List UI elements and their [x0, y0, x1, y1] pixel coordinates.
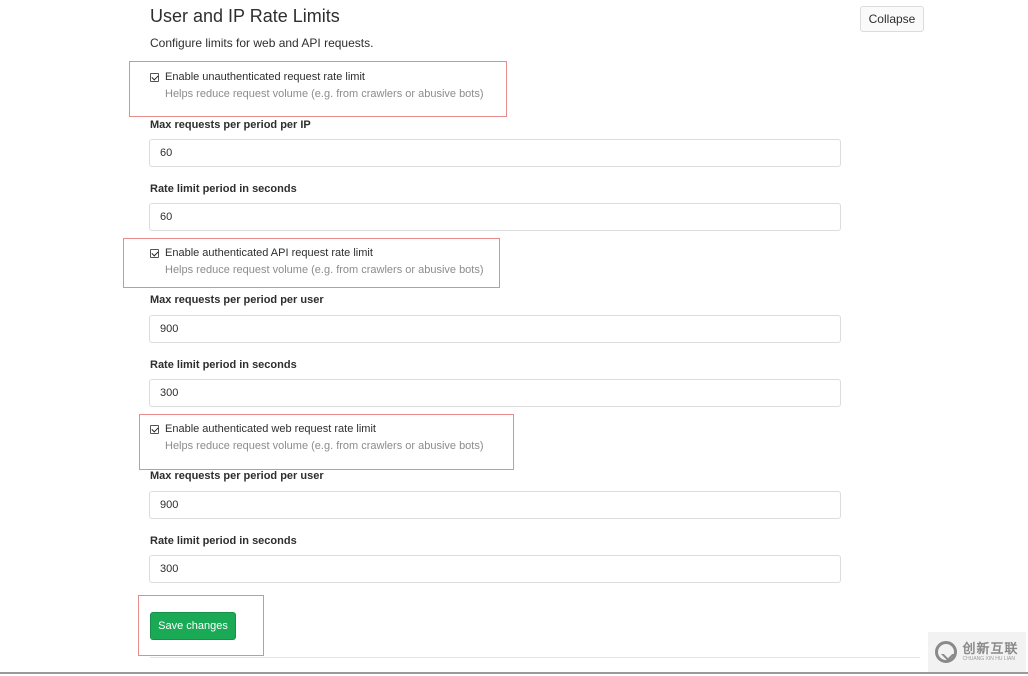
max-web-requests-per-user-label: Max requests per period per user: [150, 470, 324, 482]
checkbox-label: Enable authenticated API request rate li…: [165, 247, 373, 259]
watermark-text: 创新互联: [962, 641, 1019, 656]
watermark: 创新互联 CHUANG XIN HU LIAN: [928, 632, 1026, 672]
unauthenticated-rate-limit-row[interactable]: Enable unauthenticated request rate limi…: [150, 71, 484, 100]
unauthenticated-period-input[interactable]: [149, 203, 841, 231]
authenticated-web-rate-limit-checkbox[interactable]: [150, 425, 159, 434]
unauthenticated-period-label: Rate limit period in seconds: [150, 183, 297, 195]
authenticated-api-rate-limit-row[interactable]: Enable authenticated API request rate li…: [150, 247, 484, 276]
save-changes-button[interactable]: Save changes: [150, 612, 236, 640]
page-title: User and IP Rate Limits: [150, 6, 340, 26]
watermark-subtext: CHUANG XIN HU LIAN: [962, 656, 1015, 662]
section-divider: [150, 657, 920, 658]
web-period-label: Rate limit period in seconds: [150, 535, 297, 547]
checkbox-help: Helps reduce request volume (e.g. from c…: [165, 88, 484, 100]
max-web-requests-per-user-input[interactable]: [149, 491, 841, 519]
max-requests-per-ip-label: Max requests per period per IP: [150, 119, 311, 131]
authenticated-web-rate-limit-row[interactable]: Enable authenticated web request rate li…: [150, 423, 484, 452]
checkbox-help: Helps reduce request volume (e.g. from c…: [165, 440, 484, 452]
checkbox-label: Enable unauthenticated request rate limi…: [165, 71, 365, 83]
max-requests-per-ip-input[interactable]: [149, 139, 841, 167]
checkbox-label: Enable authenticated web request rate li…: [165, 423, 376, 435]
page-subtitle: Configure limits for web and API request…: [150, 36, 374, 50]
authenticated-api-rate-limit-checkbox[interactable]: [150, 249, 159, 258]
max-api-requests-per-user-label: Max requests per period per user: [150, 294, 324, 306]
watermark-logo-icon: [935, 641, 958, 663]
max-api-requests-per-user-input[interactable]: [149, 315, 841, 343]
api-period-input[interactable]: [149, 379, 841, 407]
api-period-label: Rate limit period in seconds: [150, 359, 297, 371]
unauthenticated-rate-limit-checkbox[interactable]: [150, 73, 159, 82]
bottom-border: [0, 672, 1028, 674]
collapse-button[interactable]: Collapse: [860, 6, 924, 32]
web-period-input[interactable]: [149, 555, 841, 583]
checkbox-help: Helps reduce request volume (e.g. from c…: [165, 264, 484, 276]
